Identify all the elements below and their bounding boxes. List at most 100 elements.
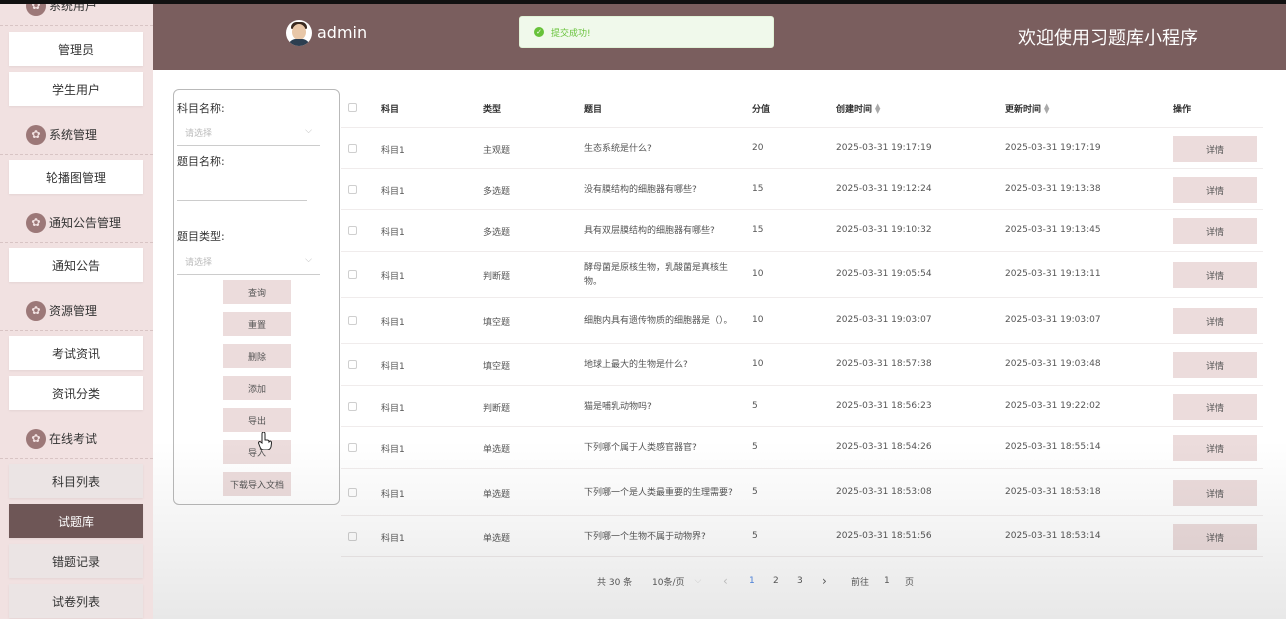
export-button[interactable]: 导出 bbox=[223, 408, 291, 432]
cell-question: 猫是哺乳动物吗? bbox=[584, 402, 652, 412]
detail-button[interactable]: 详情 bbox=[1173, 308, 1257, 334]
header-created[interactable]: 创建时间 ▲ ▼ bbox=[836, 102, 880, 115]
goto-label: 前往 bbox=[851, 577, 870, 588]
row-checkbox[interactable] bbox=[348, 144, 357, 153]
sidebar-item-question-bank[interactable]: 试题库 bbox=[9, 504, 143, 538]
row-checkbox[interactable] bbox=[348, 360, 357, 369]
total-count: 共 30 条 bbox=[597, 577, 633, 588]
detail-button[interactable]: 详情 bbox=[1173, 177, 1257, 203]
select-all-checkbox[interactable] bbox=[348, 103, 357, 112]
cell-subject: 科目1 bbox=[381, 187, 405, 197]
question-input[interactable] bbox=[177, 175, 307, 201]
page-1[interactable]: 1 bbox=[749, 574, 755, 588]
detail-button[interactable]: 详情 bbox=[1173, 136, 1257, 162]
add-button[interactable]: 添加 bbox=[223, 376, 291, 400]
sidebar-item-news-category[interactable]: 资讯分类 bbox=[9, 376, 143, 410]
row-checkbox[interactable] bbox=[348, 443, 357, 452]
sidebar-item-subjects[interactable]: 科目列表 bbox=[9, 464, 143, 498]
prev-page-button[interactable]: ‹ bbox=[723, 574, 728, 588]
sidebar-group-notice-management[interactable]: ✿ 通知公告管理 bbox=[0, 203, 153, 243]
detail-button[interactable]: 详情 bbox=[1173, 394, 1257, 420]
subject-label: 科目名称: bbox=[177, 102, 225, 115]
cell-score: 5 bbox=[752, 401, 758, 411]
cell-created: 2025-03-31 18:57:38 bbox=[836, 359, 932, 369]
type-select[interactable]: 请选择 ⌵ bbox=[177, 249, 320, 275]
import-button[interactable]: 导入 bbox=[223, 440, 291, 464]
sort-icon[interactable]: ▲ ▼ bbox=[875, 102, 880, 114]
sidebar-item-wrong-records[interactable]: 错题记录 bbox=[9, 544, 143, 578]
detail-button[interactable]: 详情 bbox=[1173, 435, 1257, 461]
avatar[interactable] bbox=[286, 20, 312, 46]
cell-created: 2025-03-31 18:56:23 bbox=[836, 401, 932, 411]
toast-message: 提交成功! bbox=[551, 28, 591, 39]
next-page-button[interactable]: › bbox=[822, 574, 827, 588]
header-updated[interactable]: 更新时间 ▲ ▼ bbox=[1005, 102, 1049, 115]
table-row: 科目1 多选题 具有双层膜结构的细胞器有哪些? 15 2025-03-31 19:10:… bbox=[341, 210, 1263, 252]
page-size-select[interactable]: 10条/页 ⌵ bbox=[652, 574, 701, 588]
cell-type: 单选题 bbox=[483, 534, 511, 544]
table-row: 科目1 单选题 下列哪一个生物不属于动物界? 5 2025-03-31 18:51:56… bbox=[341, 516, 1263, 557]
cell-subject: 科目1 bbox=[381, 362, 405, 372]
cell-created: 2025-03-31 18:51:56 bbox=[836, 531, 932, 541]
row-checkbox[interactable] bbox=[348, 402, 357, 411]
header: admin ✓ 提交成功! 欢迎使用习题库小程序 bbox=[153, 4, 1286, 70]
cell-created: 2025-03-31 18:53:08 bbox=[836, 487, 932, 497]
page-3[interactable]: 3 bbox=[797, 574, 803, 588]
cell-question: 没有膜结构的细胞器有哪些? bbox=[584, 185, 697, 195]
detail-button[interactable]: 详情 bbox=[1173, 352, 1257, 378]
sidebar-group-system-users[interactable]: ✿ 系统用户 bbox=[0, 4, 153, 26]
sidebar-item-notice[interactable]: 通知公告 bbox=[9, 248, 143, 282]
cell-type: 填空题 bbox=[483, 362, 511, 372]
delete-button[interactable]: 删除 bbox=[223, 344, 291, 368]
goto-input[interactable]: 1 bbox=[884, 574, 890, 588]
sidebar-item-students[interactable]: 学生用户 bbox=[9, 72, 143, 106]
header-action: 操作 bbox=[1173, 105, 1192, 115]
table-row: 科目1 多选题 没有膜结构的细胞器有哪些? 15 2025-03-31 19:12:24… bbox=[341, 169, 1263, 210]
table-row: 科目1 判断题 猫是哺乳动物吗? 5 2025-03-31 18:56:23 2025-0… bbox=[341, 386, 1263, 427]
cell-updated: 2025-03-31 18:55:14 bbox=[1005, 442, 1101, 452]
sidebar-item-admin[interactable]: 管理员 bbox=[9, 32, 143, 66]
download-template-button[interactable]: 下载导入文档 bbox=[223, 472, 291, 496]
page-2[interactable]: 2 bbox=[773, 574, 779, 588]
row-checkbox[interactable] bbox=[348, 226, 357, 235]
sidebar-group-resources[interactable]: ✿ 资源管理 bbox=[0, 291, 153, 331]
detail-button[interactable]: 详情 bbox=[1173, 262, 1257, 288]
sidebar-group-online-exam[interactable]: ✿ 在线考试 bbox=[0, 419, 153, 459]
sort-icon[interactable]: ▲ ▼ bbox=[1044, 102, 1049, 114]
chevron-down-icon: ⌵ bbox=[305, 126, 312, 136]
sidebar-item-papers[interactable]: 试卷列表 bbox=[9, 584, 143, 618]
username[interactable]: admin bbox=[317, 23, 367, 42]
cell-created: 2025-03-31 18:54:26 bbox=[836, 442, 932, 452]
cell-score: 5 bbox=[752, 487, 758, 497]
detail-button[interactable]: 详情 bbox=[1173, 524, 1257, 550]
row-checkbox[interactable] bbox=[348, 270, 357, 279]
sidebar-group-system-management[interactable]: ✿ 系统管理 bbox=[0, 115, 153, 155]
cell-updated: 2025-03-31 19:22:02 bbox=[1005, 401, 1101, 411]
cell-created: 2025-03-31 19:12:24 bbox=[836, 184, 932, 194]
cell-score: 10 bbox=[752, 359, 764, 369]
cell-subject: 科目1 bbox=[381, 445, 405, 455]
sidebar-item-carousel[interactable]: 轮播图管理 bbox=[9, 160, 143, 194]
detail-button[interactable]: 详情 bbox=[1173, 218, 1257, 244]
reset-button[interactable]: 重置 bbox=[223, 312, 291, 336]
row-checkbox[interactable] bbox=[348, 488, 357, 497]
row-checkbox[interactable] bbox=[348, 185, 357, 194]
header-subject: 科目 bbox=[381, 105, 400, 115]
cell-updated: 2025-03-31 19:03:07 bbox=[1005, 315, 1101, 325]
query-button[interactable]: 查询 bbox=[223, 280, 291, 304]
cell-type: 多选题 bbox=[483, 228, 511, 238]
table-row: 科目1 填空题 细胞内具有遗传物质的细胞器是（）。 10 2025-03-31 19:0… bbox=[341, 298, 1263, 344]
cell-score: 5 bbox=[752, 442, 758, 452]
cell-created: 2025-03-31 19:05:54 bbox=[836, 269, 932, 279]
table-row: 科目1 填空题 地球上最大的生物是什么? 10 2025-03-31 18:57:38 2… bbox=[341, 344, 1263, 386]
subject-select[interactable]: 请选择 ⌵ bbox=[177, 120, 320, 146]
cell-score: 10 bbox=[752, 315, 764, 325]
row-checkbox[interactable] bbox=[348, 532, 357, 541]
detail-button[interactable]: 详情 bbox=[1173, 480, 1257, 506]
chevron-down-icon: ⌵ bbox=[694, 576, 702, 586]
sidebar-item-exam-news[interactable]: 考试资讯 bbox=[9, 336, 143, 370]
row-checkbox[interactable] bbox=[348, 316, 357, 325]
cell-type: 判断题 bbox=[483, 272, 511, 282]
cell-subject: 科目1 bbox=[381, 534, 405, 544]
cell-question: 细胞内具有遗传物质的细胞器是（）。 bbox=[584, 316, 733, 326]
